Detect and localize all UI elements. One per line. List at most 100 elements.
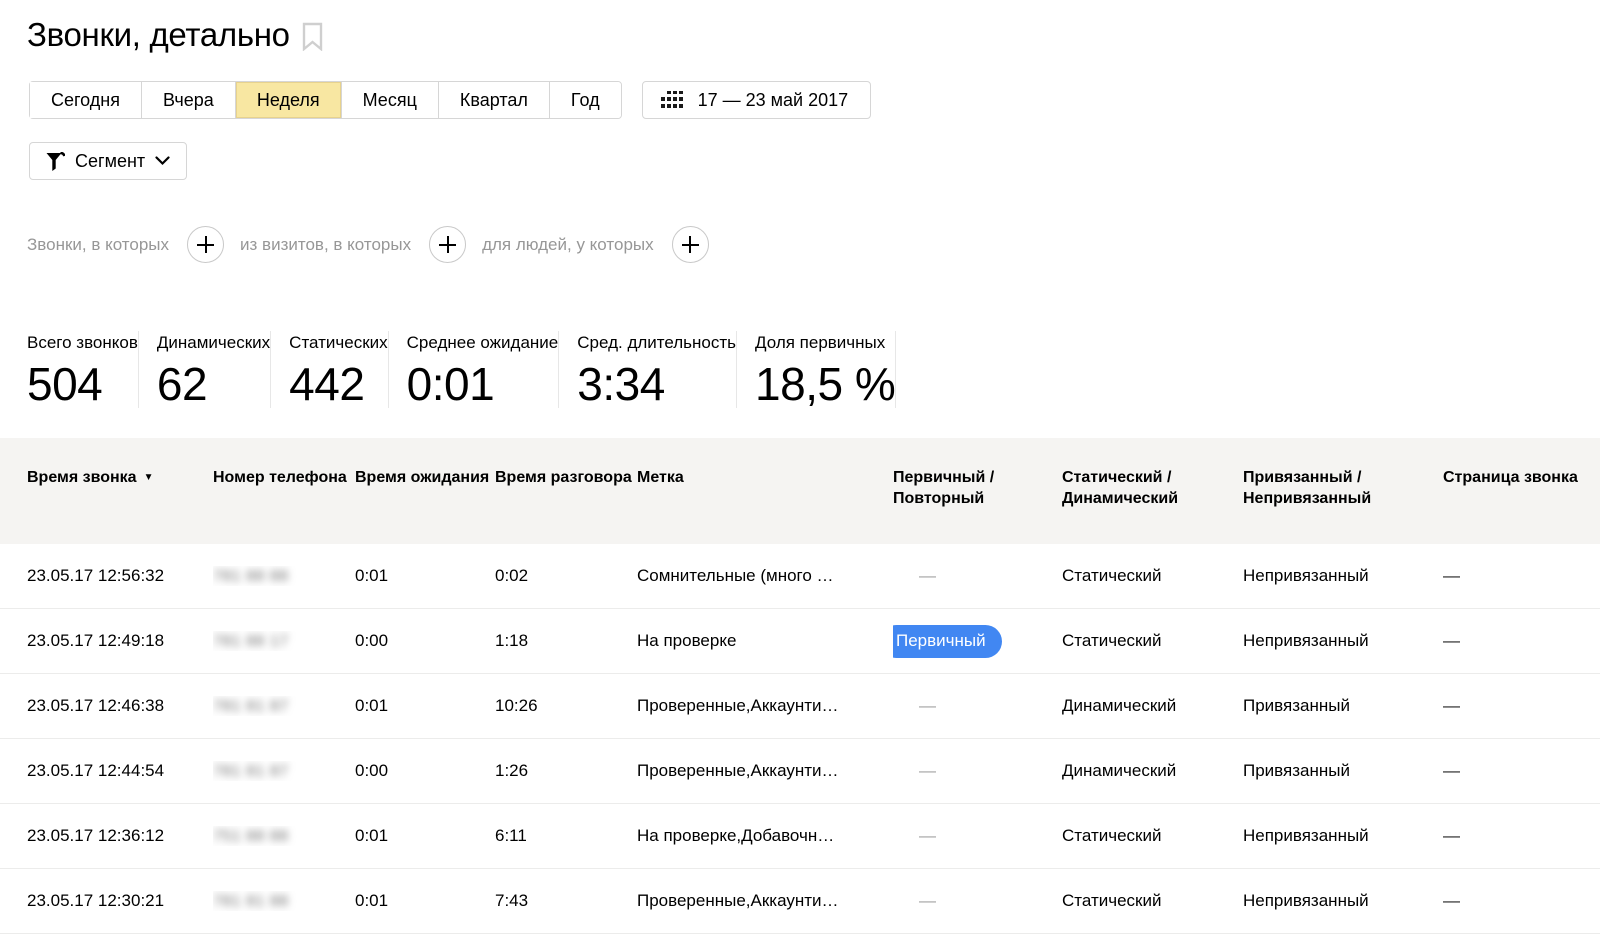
segment-button[interactable]: Сегмент (29, 142, 187, 180)
calls-table: Время звонка▼ Номер телефона Время ожида… (0, 438, 1600, 934)
filter-group: для людей, у которых (482, 226, 725, 263)
cell-tag: На проверке (637, 631, 893, 651)
cell-phone: 781 81 87 (213, 761, 355, 781)
empty-dash: — (919, 566, 936, 585)
cell-tag: Проверенные,Аккаунти… (637, 891, 893, 911)
period-tab[interactable]: Квартал (439, 82, 550, 118)
period-tab[interactable]: Неделя (236, 82, 342, 118)
sort-desc-icon: ▼ (144, 467, 154, 488)
page-header: Звонки, детально (27, 16, 1600, 56)
cell-static-dynamic: Статический (1062, 566, 1243, 586)
metric-label: Всего звонков (27, 332, 138, 354)
cell-bound-unbound: Непривязанный (1243, 891, 1443, 911)
cell-talk-time: 0:02 (495, 566, 637, 586)
blurred-phone-number: 781 88 17 (213, 633, 289, 650)
metric-value: 442 (289, 359, 387, 409)
cell-call-page: — (1443, 631, 1600, 651)
cell-call-time: 23.05.17 12:36:12 (0, 826, 213, 846)
cell-wait-time: 0:00 (355, 631, 495, 651)
add-filter-button[interactable] (187, 226, 224, 263)
cell-call-time: 23.05.17 12:56:32 (0, 566, 213, 586)
cell-bound-unbound: Непривязанный (1243, 826, 1443, 846)
add-filter-button[interactable] (429, 226, 466, 263)
page-title: Звонки, детально (27, 16, 290, 54)
cell-tag: Проверенные,Аккаунти… (637, 761, 893, 781)
cell-bound-unbound: Привязанный (1243, 761, 1443, 781)
chevron-down-icon (155, 156, 170, 166)
filter-group-label: для людей, у которых (482, 235, 654, 255)
empty-dash: — (919, 696, 936, 715)
cell-call-page: — (1443, 761, 1600, 781)
add-filter-button[interactable] (672, 226, 709, 263)
cell-talk-time: 10:26 (495, 696, 637, 716)
cell-phone: 781 88 88 (213, 566, 355, 586)
cell-call-page: — (1443, 891, 1600, 911)
filter-builder: Звонки, в которых из визитов, в которых … (27, 226, 1600, 263)
metric-card: Динамических 62 (139, 331, 271, 408)
table-body: 23.05.17 12:56:32 781 88 88 0:01 0:02 Со… (0, 544, 1600, 934)
table-header-row: Время звонка▼ Номер телефона Время ожида… (0, 438, 1600, 544)
period-toolbar: Сегодня Вчера Неделя Месяц Квартал Год 1… (29, 81, 1600, 119)
metric-card: Статических 442 (271, 331, 388, 408)
metric-label: Среднее ожидание (407, 332, 559, 354)
cell-static-dynamic: Статический (1062, 631, 1243, 651)
period-tab[interactable]: Сегодня (30, 82, 142, 118)
metric-value: 18,5 % (755, 359, 895, 409)
period-tab[interactable]: Год (550, 82, 621, 118)
cell-primary-repeat: — (893, 566, 1062, 586)
cell-static-dynamic: Динамический (1062, 696, 1243, 716)
cell-wait-time: 0:01 (355, 891, 495, 911)
column-header-static-dynamic: Статический / Динамический (1062, 438, 1243, 544)
blurred-phone-number: 751 88 88 (213, 828, 289, 845)
period-tab-group: Сегодня Вчера Неделя Месяц Квартал Год (29, 81, 622, 119)
cell-wait-time: 0:01 (355, 696, 495, 716)
column-header-talk-time: Время разговора (495, 438, 637, 544)
cell-call-page: — (1443, 566, 1600, 586)
filter-group-label: из визитов, в которых (240, 235, 411, 255)
cell-tag: Сомнительные (много … (637, 566, 893, 586)
funnel-icon (46, 152, 65, 171)
table-row[interactable]: 23.05.17 12:30:21 781 81 88 0:01 7:43 Пр… (0, 869, 1600, 934)
date-range-button[interactable]: 17 — 23 май 2017 (642, 81, 872, 119)
period-tab[interactable]: Месяц (342, 82, 439, 118)
blurred-phone-number: 781 81 88 (213, 893, 289, 910)
column-header-call-page: Страница звонка (1443, 438, 1600, 544)
empty-dash: — (919, 761, 936, 780)
metric-label: Сред. длительность (577, 332, 736, 354)
cell-tag: На проверке,Добавочн… (637, 826, 893, 846)
cell-bound-unbound: Непривязанный (1243, 631, 1443, 651)
filter-group: из визитов, в которых (240, 226, 482, 263)
cell-static-dynamic: Статический (1062, 891, 1243, 911)
cell-primary-repeat: — (893, 826, 1062, 846)
table-row[interactable]: 23.05.17 12:49:18 781 88 17 0:00 1:18 На… (0, 609, 1600, 674)
cell-static-dynamic: Статический (1062, 826, 1243, 846)
metric-label: Динамических (157, 332, 270, 354)
column-header-wait-time: Время ожидания (355, 438, 495, 544)
cell-bound-unbound: Непривязанный (1243, 566, 1443, 586)
period-tab[interactable]: Вчера (142, 82, 236, 118)
empty-dash: — (919, 891, 936, 910)
column-header-tag: Метка (637, 438, 893, 544)
calendar-grid-icon (661, 90, 684, 110)
blurred-phone-number: 781 88 88 (213, 568, 289, 585)
column-header-bound-unbound: Привязанный / Непривязанный (1243, 438, 1443, 544)
cell-static-dynamic: Динамический (1062, 761, 1243, 781)
cell-call-time: 23.05.17 12:49:18 (0, 631, 213, 651)
table-row[interactable]: 23.05.17 12:56:32 781 88 88 0:01 0:02 Со… (0, 544, 1600, 609)
metric-card: Среднее ожидание 0:01 (389, 331, 560, 408)
cell-talk-time: 6:11 (495, 826, 637, 846)
column-header-primary-repeat: Первичный / Повторный (893, 438, 1062, 544)
primary-badge: Первичный (893, 625, 1002, 658)
cell-primary-repeat: Первичный (893, 625, 1062, 658)
table-row[interactable]: 23.05.17 12:46:38 781 81 87 0:01 10:26 П… (0, 674, 1600, 739)
column-header-phone: Номер телефона (213, 438, 355, 544)
column-header-call-time[interactable]: Время звонка▼ (0, 438, 213, 544)
metric-value: 504 (27, 359, 138, 409)
table-row[interactable]: 23.05.17 12:44:54 781 81 87 0:00 1:26 Пр… (0, 739, 1600, 804)
metric-label: Статических (289, 332, 387, 354)
empty-dash: — (919, 826, 936, 845)
cell-primary-repeat: — (893, 891, 1062, 911)
table-row[interactable]: 23.05.17 12:36:12 751 88 88 0:01 6:11 На… (0, 804, 1600, 869)
metric-value: 3:34 (577, 359, 736, 409)
bookmark-icon[interactable] (302, 22, 323, 56)
